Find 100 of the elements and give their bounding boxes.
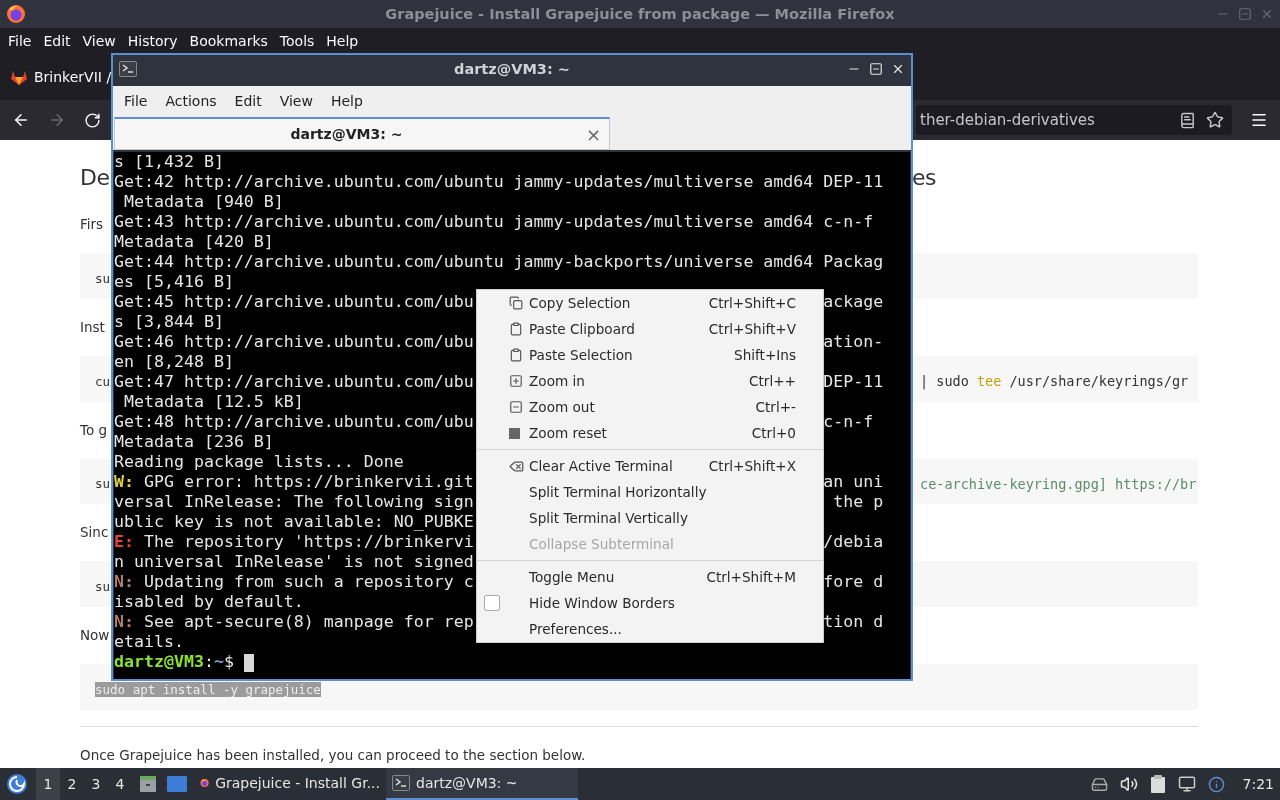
clipboard-icon[interactable] (1149, 774, 1166, 794)
menu-item[interactable]: File (2, 33, 38, 49)
menu-item[interactable]: Split Terminal Vertically (477, 505, 823, 531)
paragraph: Once Grapejuice has been installed, you can proceed to the section below. (80, 746, 586, 765)
terminal-line: Get:46 http://archive.ubuntu.com/ubu (114, 332, 474, 352)
menu-item[interactable]: Split Terminal Horizontally (477, 479, 823, 505)
menu-item[interactable]: Bookmarks (183, 33, 274, 49)
address-bar[interactable]: ther-debian-derivatives (916, 105, 1232, 135)
terminal-line: Metadata [940 B] (123, 192, 284, 211)
terminal-line: es [5,416 B] (114, 272, 234, 291)
terminal-line: n universal InRelease' is not signed (114, 552, 474, 571)
menu-item[interactable]: Preferences... (477, 616, 823, 642)
copy-icon (509, 296, 523, 310)
code-text: | sudo tee /usr/share/keyrings/gr (920, 373, 1189, 390)
window-title: dartz@VM3: ~ (454, 60, 570, 77)
terminal-line: N: See apt-secure(8) manpage for rep (114, 612, 474, 632)
zoom-out-icon (509, 400, 523, 414)
menu-item[interactable]: Edit (37, 33, 77, 49)
menu-item[interactable]: History (121, 33, 184, 49)
checkbox[interactable] (484, 595, 500, 611)
menu-item[interactable]: Toggle Menu Ctrl+Shift+M (477, 564, 823, 590)
menu-item[interactable]: Clear Active Terminal Ctrl+Shift+X (477, 453, 823, 479)
terminal-line: an uni (823, 472, 885, 492)
terminal-line: c-n-f (823, 412, 875, 432)
terminal-line: en [8,248 B] (114, 352, 234, 371)
terminal-line: s [1,432 B] (114, 152, 224, 171)
page-heading: De (80, 164, 110, 192)
bookmark-star-icon[interactable] (1206, 111, 1224, 129)
menu-item[interactable]: Actions (156, 93, 226, 109)
workspace-button[interactable]: 2 (60, 768, 84, 800)
shell-prompt: dartz@VM3:~$ (114, 652, 234, 671)
task-button[interactable]: dartz@VM3: ~ (386, 768, 578, 800)
menu-icon[interactable] (1250, 111, 1268, 129)
code-text: su (95, 476, 111, 492)
code-text: sudo apt install -y grapejuice (95, 682, 321, 698)
zoom-reset-icon (509, 427, 520, 439)
terminal-line: E: The repository 'https://brinkervi (114, 532, 474, 552)
url-text: ther-debian-derivatives (920, 111, 1095, 129)
terminal-line: DEP-11 (823, 372, 885, 392)
reader-view-icon[interactable] (1179, 111, 1196, 129)
terminal-line: versal InRelease: The following sign (114, 492, 474, 512)
menu-item[interactable]: Paste Clipboard Ctrl+Shift+V (477, 316, 823, 342)
close-tab-button[interactable]: × (577, 123, 609, 145)
menu-item[interactable]: File (115, 93, 157, 109)
terminal-line: the p (832, 492, 885, 512)
terminal-line: Metadata [12.5 kB] (123, 392, 304, 411)
terminal-line: ublic key is not available: NO_PUBKE (114, 512, 474, 531)
paragraph: Firs (80, 215, 104, 234)
terminal-line: W: GPG error: https://brinkervii.git (114, 472, 474, 492)
code-text: su (95, 579, 111, 595)
volume-icon[interactable] (1119, 775, 1138, 793)
clock: 7:21 (1242, 776, 1274, 792)
zoom-in-icon (509, 374, 523, 388)
reload-icon[interactable] (84, 111, 101, 129)
menu-item[interactable]: Copy Selection Ctrl+Shift+C (477, 290, 823, 316)
clipboard-icon (509, 322, 523, 336)
menu-item[interactable]: Help (320, 33, 365, 49)
terminal-tab[interactable]: dartz@VM3: ~ × (114, 117, 610, 150)
notification-icon[interactable] (1207, 775, 1225, 793)
terminal-line: etails. (114, 632, 184, 651)
menu-item[interactable]: Paste Selection Shift+Ins (477, 342, 823, 368)
task-button[interactable]: Grapejuice - Install Gr... (194, 768, 386, 800)
desktop-icon[interactable] (166, 775, 188, 793)
menu-item[interactable]: View (76, 33, 122, 49)
code-text: ce-archive-keyring.gpg] https://br (920, 476, 1197, 492)
start-menu-icon[interactable] (6, 773, 28, 795)
menu-item[interactable]: Zoom out Ctrl+- (477, 394, 823, 420)
paragraph: Inst (80, 317, 105, 337)
window-title: Grapejuice - Install Grapejuice from package — Mozilla Firefox (385, 6, 895, 22)
back-icon[interactable] (12, 111, 30, 129)
menu-item[interactable]: View (270, 93, 322, 109)
menu-item[interactable]: Tools (273, 33, 321, 49)
terminal-line: Get:42 http://archive.ubuntu.com/ubuntu jammy-updates/multiverse amd64 DEP-11 (114, 172, 884, 191)
workspace-button[interactable]: 4 (108, 768, 132, 800)
workspace-button[interactable]: 1 (36, 768, 60, 800)
terminal-icon (392, 775, 410, 791)
terminal-line: ation- (823, 332, 885, 352)
drive-icon[interactable] (1090, 775, 1108, 793)
workspace-button[interactable]: 3 (84, 768, 108, 800)
terminal-line: isabled by default. (114, 592, 304, 611)
terminal-line: ackage (823, 292, 885, 312)
terminal-line: Get:44 http://archive.ubuntu.com/ubuntu jammy-backports/universe amd64 Packag (114, 252, 884, 271)
menu-item[interactable]: Zoom in Ctrl++ (477, 368, 823, 394)
tab-title[interactable]: BrinkerVII / (34, 69, 112, 85)
terminal-line: Metadata [236 B] (114, 432, 274, 451)
terminal-line: Get:48 http://archive.ubuntu.com/ubu (114, 412, 474, 432)
page-heading: es (912, 164, 936, 192)
paragraph: To g (80, 420, 108, 440)
menu-item[interactable]: Hide Window Borders (477, 590, 823, 616)
menu-item[interactable]: Edit (225, 93, 271, 109)
backspace-icon (509, 458, 524, 474)
menu-item[interactable]: Help (321, 93, 372, 109)
clipboard-icon (509, 348, 523, 362)
terminal-icon (119, 60, 137, 77)
code-text: su (95, 270, 111, 286)
file-cabinet-icon[interactable] (138, 774, 158, 794)
terminal-line: Get:45 http://archive.ubuntu.com/ubu (114, 292, 474, 312)
browser-logo-icon (6, 4, 26, 24)
paragraph: Sinc (80, 523, 109, 543)
menu-item[interactable]: Zoom reset Ctrl+0 (477, 420, 823, 446)
